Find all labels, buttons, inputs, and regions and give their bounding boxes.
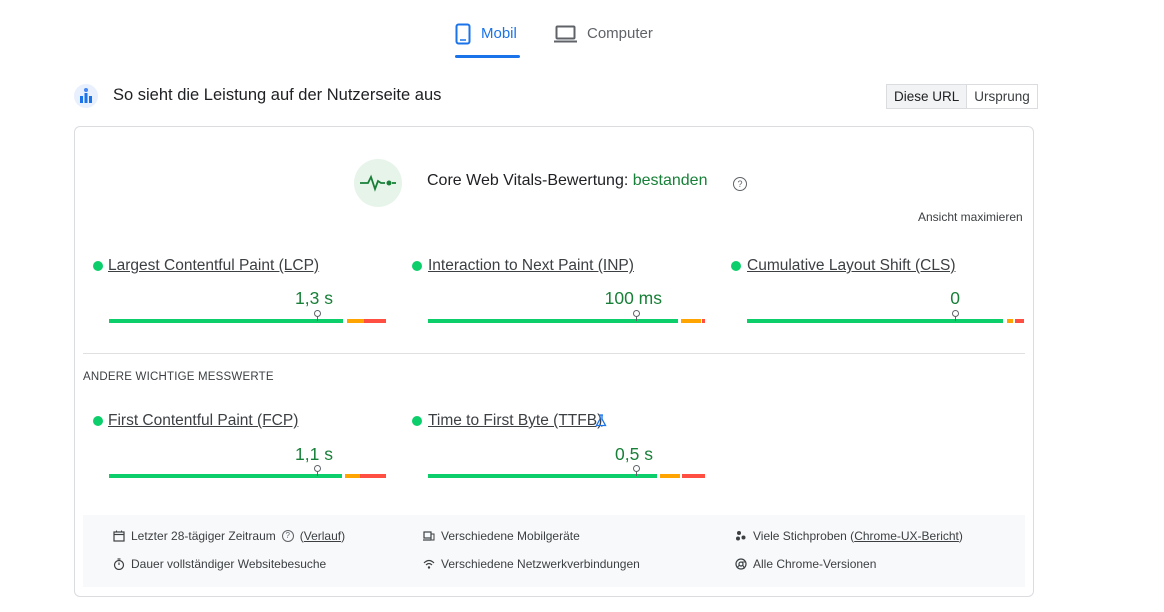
- section-title: So sieht die Leistung auf der Nutzerseit…: [113, 86, 442, 104]
- fcp-distribution-bar: [109, 465, 386, 478]
- period-info: Letzter 28-tägiger Zeitraum ? (Verlauf): [113, 529, 345, 543]
- metric-fcp[interactable]: First Contentful Paint (FCP): [108, 412, 298, 430]
- scope-toggle[interactable]: Diese URL Ursprung: [886, 84, 1038, 109]
- tab-mobile[interactable]: Mobil: [455, 20, 520, 58]
- help-icon[interactable]: ?: [281, 530, 294, 542]
- metric-ttfb[interactable]: Time to First Byte (TTFB): [428, 412, 602, 430]
- metric-fcp-value: 1,1 s: [295, 444, 333, 464]
- status-dot: [412, 416, 422, 426]
- experimental-flask-icon: [595, 414, 607, 432]
- duration-info: Dauer vollständiger Websitebesuche: [113, 557, 326, 571]
- assessment-label: Core Web Vitals-Bewertung:: [427, 172, 629, 189]
- collection-info-panel: [83, 515, 1025, 587]
- field-data-icon: [74, 84, 98, 113]
- status-dot: [93, 416, 103, 426]
- history-link[interactable]: Verlauf: [304, 529, 341, 543]
- period-text: Letzter 28-tägiger Zeitraum: [131, 529, 276, 543]
- chrome-icon: [735, 558, 747, 570]
- network-text: Verschiedene Netzwerkverbindungen: [441, 557, 640, 571]
- tab-desktop[interactable]: Computer: [554, 20, 659, 58]
- devices-info: Verschiedene Mobilgeräte: [423, 529, 580, 543]
- crux-report-link[interactable]: Chrome-UX-Bericht: [854, 529, 959, 543]
- history-link-wrapper: (Verlauf): [299, 529, 346, 543]
- cls-distribution-bar: [747, 310, 1024, 323]
- metric-ttfb-value: 0,5 s: [615, 444, 653, 464]
- devices-icon: [423, 531, 435, 541]
- calendar-icon: [113, 530, 125, 542]
- maximize-view-link[interactable]: Ansicht maximieren: [918, 210, 1023, 224]
- status-dot: [412, 261, 422, 271]
- help-icon[interactable]: ?: [733, 177, 747, 191]
- samples-text: Viele Stichproben (Chrome-UX-Bericht): [753, 529, 963, 543]
- laptop-icon: [554, 25, 577, 48]
- versions-info: Alle Chrome-Versionen: [735, 557, 876, 571]
- other-metrics-heading: ANDERE WICHTIGE MESSWERTE: [83, 371, 274, 383]
- active-tab-indicator: [455, 55, 520, 58]
- origin-button[interactable]: Ursprung: [967, 85, 1037, 108]
- lcp-distribution-bar: [109, 310, 386, 323]
- stopwatch-icon: [113, 558, 125, 570]
- vitals-assessment: Core Web Vitals-Bewertung: bestanden: [427, 172, 707, 190]
- metric-cls[interactable]: Cumulative Layout Shift (CLS): [747, 257, 955, 275]
- devices-text: Verschiedene Mobilgeräte: [441, 529, 580, 543]
- section-divider: [83, 353, 1025, 354]
- samples-icon: [736, 531, 746, 541]
- inp-distribution-bar: [428, 310, 705, 323]
- metric-lcp-value: 1,3 s: [295, 288, 333, 308]
- metric-cls-value: 0: [950, 288, 960, 308]
- wifi-icon: [423, 559, 435, 569]
- ttfb-distribution-bar: [428, 465, 705, 478]
- tab-mobile-label: Mobil: [481, 25, 517, 42]
- status-dot: [731, 261, 741, 271]
- network-info: Verschiedene Netzwerkverbindungen: [423, 557, 640, 571]
- metric-inp-value: 100 ms: [604, 288, 662, 308]
- tab-desktop-label: Computer: [587, 25, 653, 42]
- samples-info: Viele Stichproben (Chrome-UX-Bericht): [735, 529, 963, 543]
- status-dot: [93, 261, 103, 271]
- versions-text: Alle Chrome-Versionen: [753, 557, 877, 571]
- smartphone-icon: [455, 23, 471, 50]
- duration-text: Dauer vollständiger Websitebesuche: [131, 557, 327, 571]
- this-url-button[interactable]: Diese URL: [887, 85, 968, 108]
- assessment-status: bestanden: [632, 172, 708, 189]
- vitals-pulse-icon: [354, 159, 402, 207]
- metric-lcp[interactable]: Largest Contentful Paint (LCP): [108, 257, 319, 275]
- metric-inp[interactable]: Interaction to Next Paint (INP): [428, 257, 634, 275]
